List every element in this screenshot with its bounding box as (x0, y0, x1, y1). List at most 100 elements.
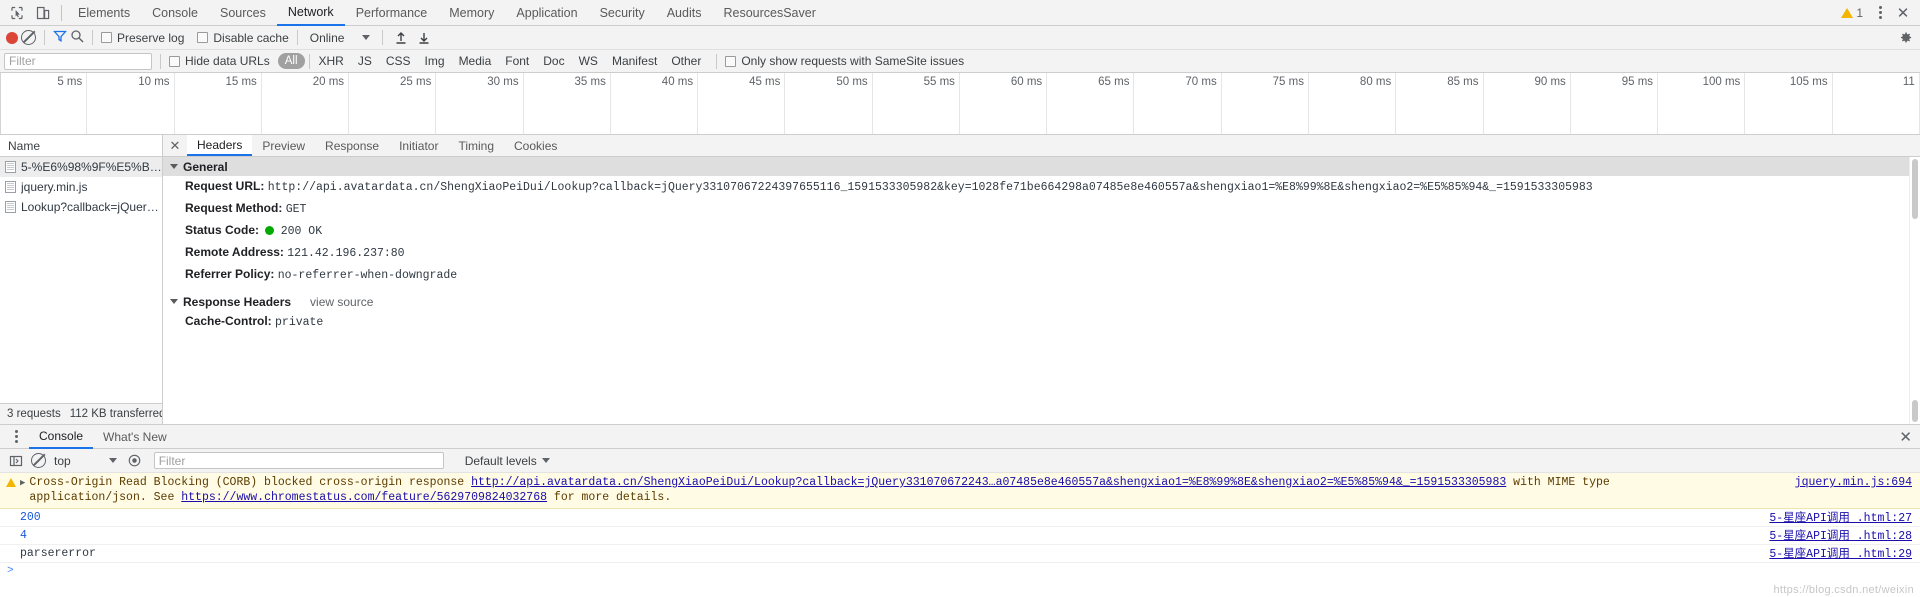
requests-list: 5-%E6%98%9F%E5%BA%... jquery.min.js Lookup… (0, 157, 162, 403)
filter-type-media[interactable]: Media (452, 54, 499, 68)
chevron-down-icon[interactable] (170, 164, 178, 169)
hide-data-urls-checkbox[interactable]: Hide data URLs (169, 54, 270, 68)
network-timeline-ruler[interactable]: 5 ms 10 ms 15 ms 20 ms 25 ms 30 ms 35 ms 40 ms 4… (0, 73, 1920, 135)
tab-console[interactable]: Console (141, 0, 209, 26)
request-url-value: http://api.avatardata.cn/ShengXiaoPeiDui… (267, 181, 1593, 194)
console-filter-input[interactable] (153, 452, 444, 469)
tab-performance[interactable]: Performance (345, 0, 439, 26)
request-name-label: Lookup?callback=jQuery3... (21, 200, 162, 214)
tab-headers[interactable]: Headers (187, 135, 253, 156)
corb-url-link[interactable]: http://api.avatardata.cn/ShengXiaoPeiDui… (471, 476, 1506, 489)
tab-network[interactable]: Network (276, 0, 345, 26)
tab-whats-new[interactable]: What's New (93, 425, 177, 449)
message-source-link[interactable]: jquery.min.js:694 (1795, 475, 1912, 490)
message-source-link[interactable]: 5-星座API调用 .html:27 (1769, 511, 1912, 526)
chevron-down-icon[interactable] (170, 299, 178, 304)
checkbox-box[interactable] (169, 55, 180, 67)
kebab-menu-icon[interactable] (6, 427, 26, 447)
timeline-tick: 80 ms (1309, 73, 1397, 134)
filter-type-doc[interactable]: Doc (536, 54, 571, 68)
live-expression-icon[interactable] (125, 451, 145, 471)
watermark-text: https://blog.csdn.net/weixin (1773, 584, 1914, 596)
filter-type-all[interactable]: All (277, 53, 305, 69)
tab-sources[interactable]: Sources (209, 0, 277, 26)
gear-icon[interactable] (1898, 30, 1913, 45)
tab-initiator[interactable]: Initiator (389, 135, 448, 156)
upload-har-icon[interactable] (391, 28, 411, 48)
tab-timing[interactable]: Timing (448, 135, 504, 156)
tab-security[interactable]: Security (589, 0, 656, 26)
timeline-tick: 25 ms (349, 73, 437, 134)
tab-audits[interactable]: Audits (656, 0, 713, 26)
checkbox-box[interactable] (725, 55, 737, 67)
show-console-sidebar-icon[interactable] (6, 451, 26, 471)
console-warning-message[interactable]: ▶ Cross-Origin Read Blocking (CORB) bloc… (0, 473, 1920, 509)
kebab-menu-icon[interactable] (1870, 3, 1890, 23)
filter-type-xhr[interactable]: XHR (312, 54, 351, 68)
detail-scrollbar[interactable] (1909, 157, 1920, 424)
preserve-log-checkbox[interactable]: Preserve log (101, 31, 184, 45)
console-levels-select[interactable]: Default levels (465, 454, 550, 468)
network-throttling-select[interactable]: Online (306, 30, 375, 46)
clear-button[interactable] (21, 30, 36, 45)
tab-console-drawer[interactable]: Console (29, 425, 94, 449)
network-filter-bar: Hide data URLs All XHR JS CSS Img Media … (0, 50, 1920, 73)
console-prompt[interactable]: > (0, 563, 1920, 579)
scrollbar-thumb-bottom[interactable] (1912, 400, 1918, 422)
console-context-select[interactable]: top (51, 454, 120, 468)
inspect-cursor-icon[interactable] (4, 1, 30, 25)
request-list-item[interactable]: 5-%E6%98%9F%E5%BA%... (0, 157, 162, 177)
prompt-arrow-icon: > (7, 565, 14, 577)
close-icon[interactable]: ✕ (1892, 2, 1914, 24)
download-har-icon[interactable] (414, 28, 434, 48)
filter-type-js[interactable]: JS (351, 54, 379, 68)
checkbox-box[interactable] (197, 32, 209, 43)
timeline-tick: 70 ms (1134, 73, 1222, 134)
tab-preview[interactable]: Preview (252, 135, 315, 156)
checkbox-box[interactable] (101, 32, 112, 43)
console-controls: top Default levels (0, 449, 1920, 473)
funnel-icon[interactable] (53, 29, 67, 46)
request-list-item[interactable]: jquery.min.js (0, 177, 162, 197)
requests-summary-bar: 3 requests 112 KB transferred (0, 403, 162, 424)
close-icon[interactable]: ✕ (163, 135, 187, 156)
filter-type-ws[interactable]: WS (572, 54, 605, 68)
filter-type-img[interactable]: Img (418, 54, 452, 68)
timeline-tick-label: 15 ms (225, 76, 257, 88)
filter-type-other[interactable]: Other (664, 54, 708, 68)
request-url-row: Request URL: http://api.avatardata.cn/Sh… (163, 176, 1920, 198)
tab-elements[interactable]: Elements (67, 0, 141, 26)
divider (716, 53, 718, 69)
filter-input[interactable] (4, 52, 152, 70)
chevron-down-icon (541, 458, 550, 463)
record-button[interactable] (6, 31, 18, 44)
request-count-label: 3 requests (7, 408, 61, 420)
filter-type-font[interactable]: Font (498, 54, 536, 68)
message-source-link[interactable]: 5-星座API调用 .html:28 (1769, 529, 1912, 544)
disable-cache-checkbox[interactable]: Disable cache (197, 31, 289, 45)
message-source-link[interactable]: 5-星座API调用 .html:29 (1769, 547, 1912, 562)
close-icon[interactable]: ✕ (1899, 428, 1912, 446)
chromestatus-link[interactable]: https://www.chromestatus.com/feature/562… (181, 491, 547, 504)
tab-response[interactable]: Response (315, 135, 389, 156)
samesite-issues-checkbox[interactable]: Only show requests with SameSite issues (725, 54, 964, 68)
scrollbar-thumb[interactable] (1912, 159, 1918, 219)
search-icon[interactable] (70, 29, 84, 46)
request-list-item[interactable]: Lookup?callback=jQuery3... (0, 197, 162, 217)
warning-count-badge[interactable]: 1 (1836, 6, 1868, 20)
general-section-header[interactable]: General (163, 157, 1920, 176)
clear-console-icon[interactable] (31, 453, 46, 468)
filter-type-manifest[interactable]: Manifest (605, 54, 664, 68)
tab-resourcessaver[interactable]: ResourcesSaver (712, 0, 826, 26)
tab-application[interactable]: Application (505, 0, 588, 26)
requests-column-header[interactable]: Name (0, 135, 162, 157)
tab-memory[interactable]: Memory (438, 0, 505, 26)
tab-cookies[interactable]: Cookies (504, 135, 567, 156)
view-source-link[interactable]: view source (310, 295, 373, 309)
response-headers-section[interactable]: Response Headers view source (163, 292, 1920, 311)
request-detail-pane: ✕ Headers Preview Response Initiator Tim… (163, 135, 1920, 424)
filter-type-css[interactable]: CSS (379, 54, 418, 68)
expand-arrow-icon[interactable]: ▶ (20, 476, 25, 491)
device-toolbar-icon[interactable] (30, 1, 56, 25)
status-code-value: 200 OK (280, 225, 323, 238)
